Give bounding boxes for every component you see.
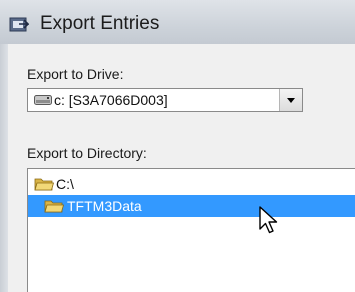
directory-label: Export to Directory: — [27, 145, 147, 161]
drive-select[interactable]: c: [S3A7066D003] — [27, 88, 303, 112]
drive-icon — [34, 95, 52, 105]
dropdown-arrow-icon — [287, 98, 295, 103]
list-item-selected[interactable]: TFTM3Data — [28, 195, 355, 217]
list-item[interactable]: C:\ — [28, 173, 355, 195]
folder-open-icon — [44, 200, 64, 213]
drive-label: Export to Drive: — [27, 66, 124, 82]
app-icon — [9, 17, 29, 32]
drive-select-value: c: [S3A7066D003] — [54, 92, 168, 108]
folder-open-icon — [34, 178, 54, 191]
title-bar[interactable]: Export Entries — [0, 0, 355, 45]
list-item-label: C:\ — [56, 176, 74, 192]
window-title: Export Entries — [40, 13, 160, 34]
window-frame-left — [0, 44, 8, 292]
drive-dropdown-button[interactable] — [279, 89, 302, 111]
list-item-label: TFTM3Data — [67, 198, 142, 214]
mouse-pointer-icon — [259, 206, 278, 234]
directory-list[interactable]: C:\ TFTM3Data — [27, 168, 355, 292]
